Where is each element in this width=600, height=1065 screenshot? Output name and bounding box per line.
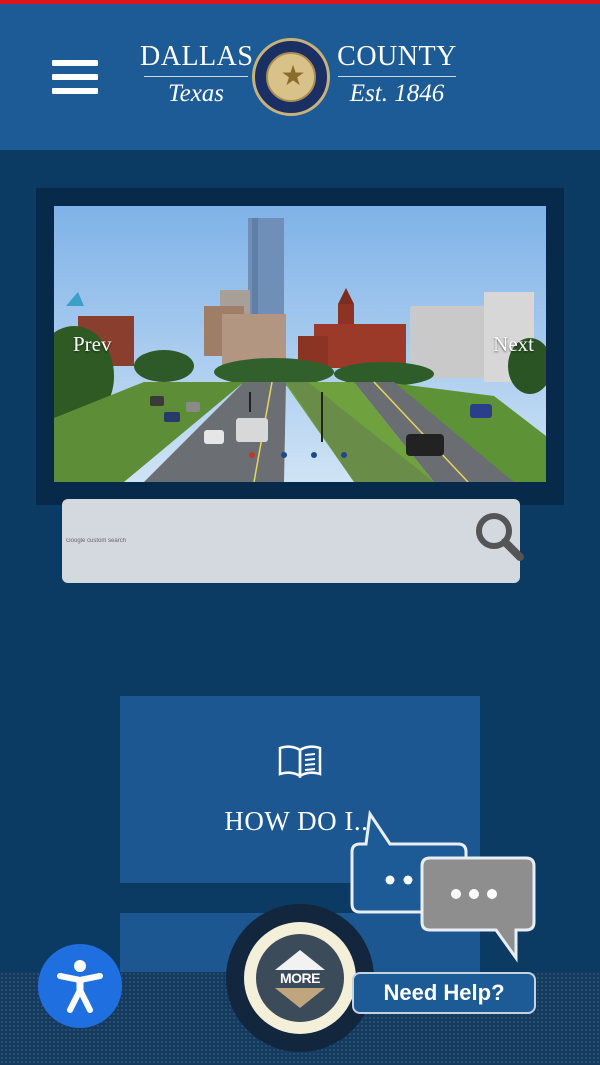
search-button[interactable] [474,511,526,563]
need-help-button[interactable]: Need Help? [352,972,536,1014]
seal-center: ★ [266,52,316,102]
open-book-icon [278,745,322,778]
carousel-dot-active[interactable] [249,452,255,458]
seal-star-icon: ★ [280,61,306,92]
more-button-ring: MORE [244,922,356,1034]
chat-bubbles-icon[interactable] [346,806,542,966]
search-box [62,499,520,583]
county-logo[interactable]: DALLAS Texas ★ COUNTY Est. 1846 [140,34,460,120]
logo-divider [144,76,248,77]
hero-slide-image: Prev Next [54,206,546,482]
arrow-up-icon [275,950,325,970]
carousel-indicators [249,452,359,460]
menu-button[interactable] [52,60,98,98]
county-seal: ★ [252,38,330,116]
dallas-skyline-photo [54,206,546,482]
carousel-dot[interactable] [311,452,317,458]
more-label: MORE [280,970,321,986]
logo-established: Est. 1846 [349,80,445,107]
logo-left-block: DALLAS Texas [140,40,254,108]
search-icon [476,513,524,561]
logo-word-texas: Texas [167,80,225,107]
site-header: DALLAS Texas ★ COUNTY Est. 1846 [0,4,600,150]
carousel-dot[interactable] [341,452,347,458]
carousel-prev-button[interactable]: Prev [73,332,112,357]
carousel-next-button[interactable]: Next [493,332,534,357]
accessibility-icon [57,960,103,1013]
more-button-core: MORE [256,934,344,1022]
arrow-down-icon [275,988,325,1008]
logo-word-dallas: DALLAS [140,41,254,72]
hamburger-bar [52,88,98,94]
carousel-dot[interactable] [281,452,287,458]
logo-divider [338,76,456,77]
hamburger-bar [52,60,98,66]
logo-word-county: COUNTY [337,41,457,72]
logo-right-block: COUNTY Est. 1846 [334,40,460,108]
search-input[interactable] [66,529,466,553]
accessibility-button[interactable] [38,944,122,1028]
hamburger-bar [52,74,98,80]
hero-carousel: Prev Next [36,188,564,505]
